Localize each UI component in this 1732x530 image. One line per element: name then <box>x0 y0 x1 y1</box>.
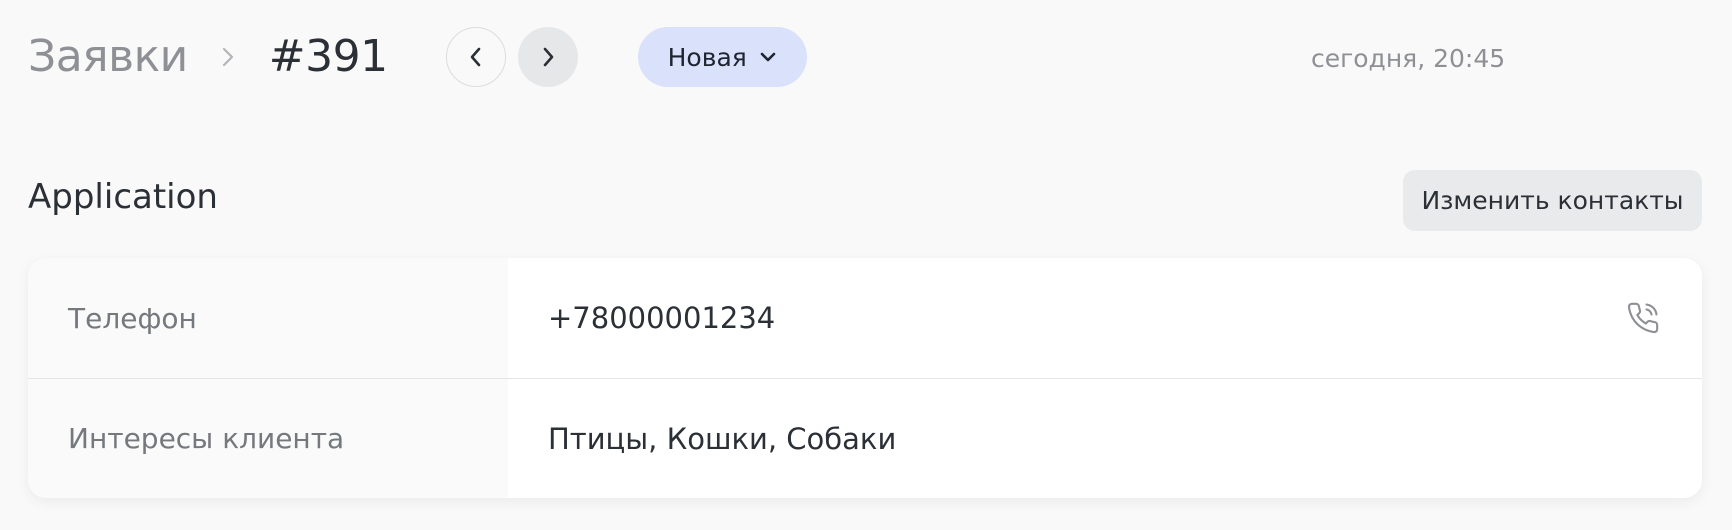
field-row-interests: Интересы клиента Птицы, Кошки, Собаки <box>28 378 1702 498</box>
timestamp: сегодня, 20:45 <box>1311 44 1506 73</box>
field-label: Интересы клиента <box>28 379 508 498</box>
application-details-card: Телефон +78000001234 Интересы клиента Пт… <box>28 258 1702 498</box>
phone-call-icon[interactable] <box>1626 301 1660 335</box>
field-label: Телефон <box>28 258 508 378</box>
edit-contacts-button[interactable]: Изменить контакты <box>1403 170 1702 231</box>
chevron-down-icon <box>759 51 777 63</box>
breadcrumb-parent-link[interactable]: Заявки <box>28 35 188 79</box>
status-dropdown[interactable]: Новая <box>637 27 807 87</box>
previous-request-button[interactable] <box>445 27 506 87</box>
header-bar: Заявки #391 Новая сегодня, 20:45 <box>28 26 1732 88</box>
chevron-right-icon <box>541 46 555 68</box>
field-value-interests: Птицы, Кошки, Собаки <box>548 421 897 456</box>
page-title: #391 <box>268 31 388 82</box>
status-label: Новая <box>667 42 747 72</box>
field-row-phone: Телефон +78000001234 <box>28 258 1702 378</box>
chevron-right-icon <box>216 45 240 69</box>
page: Заявки #391 Новая сегодня, 20:45 Applica… <box>0 0 1732 530</box>
chevron-left-icon <box>469 46 483 68</box>
field-value-phone: +78000001234 <box>548 301 776 335</box>
next-request-button[interactable] <box>517 27 578 87</box>
section-title: Application <box>28 177 218 217</box>
